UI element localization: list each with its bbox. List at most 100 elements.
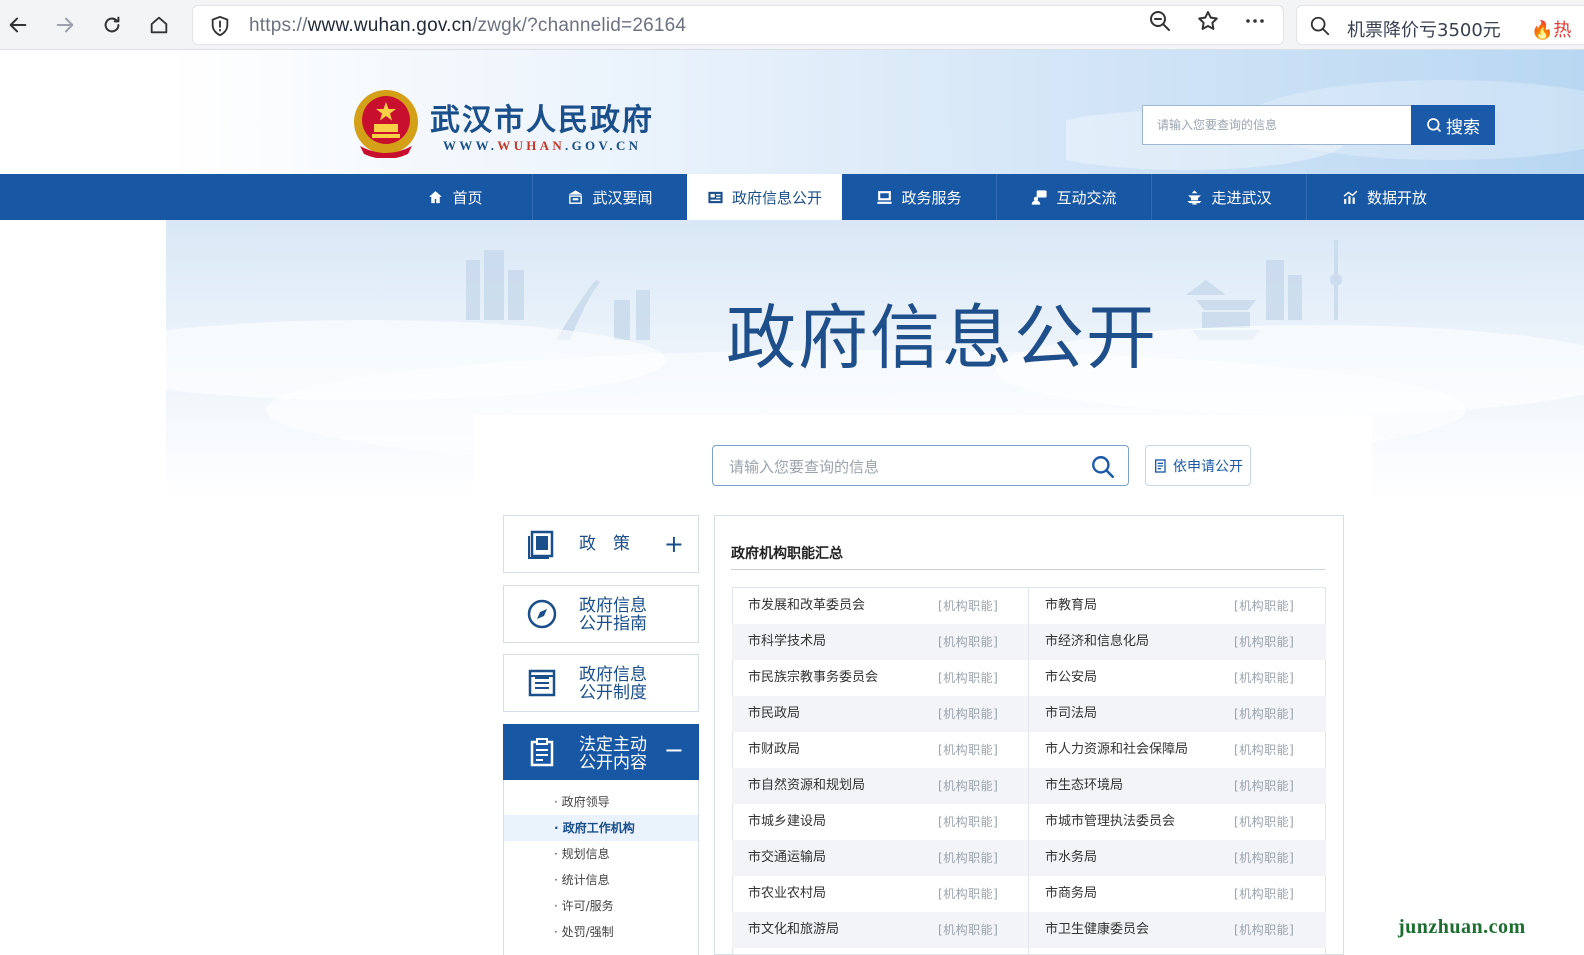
sidebar-sub-item-active[interactable]: · 政府工作机构 xyxy=(504,815,698,841)
nav-gov-services[interactable]: 政务服务 xyxy=(842,174,997,220)
agency-name-link[interactable]: 市自然资源和规划局 xyxy=(748,768,865,804)
agency-function-link[interactable]: [机构职能] xyxy=(938,768,998,804)
agency-function-link[interactable]: [机构职能] xyxy=(1234,696,1294,732)
column-divider xyxy=(1028,587,1029,955)
agency-name-link[interactable]: 市商务局 xyxy=(1045,876,1097,912)
nav-label: 政府信息公开 xyxy=(731,188,822,207)
sidebar-item-label: 政 策 xyxy=(579,534,630,554)
book-icon xyxy=(528,530,554,559)
nav-interaction[interactable]: 互动交流 xyxy=(997,174,1152,220)
agency-function-link[interactable]: [机构职能] xyxy=(938,804,998,840)
search-icon[interactable] xyxy=(1090,454,1116,480)
agency-function-link[interactable]: [机构职能] xyxy=(938,912,998,948)
flame-icon: 🔥 xyxy=(1531,20,1554,41)
home-button[interactable] xyxy=(143,9,175,41)
info-search-input[interactable]: 请输入您要查询的信息 xyxy=(712,445,1129,486)
more-icon[interactable] xyxy=(1243,9,1267,33)
list-icon xyxy=(528,669,556,697)
nav-label: 政务服务 xyxy=(901,188,962,207)
sidebar-sub-item[interactable]: · 规划信息 xyxy=(504,841,698,867)
nav-about-wuhan[interactable]: 走进武汉 xyxy=(1152,174,1307,220)
agency-function-link[interactable]: [机构职能] xyxy=(1234,840,1294,876)
forward-button[interactable] xyxy=(49,9,81,41)
arrow-left-icon xyxy=(9,17,27,33)
agency-function-link[interactable]: [机构职能] xyxy=(1234,588,1294,624)
site-search-button[interactable]: 搜索 xyxy=(1411,105,1495,145)
sidebar-sub-item[interactable]: · 统计信息 xyxy=(504,867,698,893)
banner-title: 政府信息公开 xyxy=(726,297,1158,379)
agency-name-link[interactable]: 市财政局 xyxy=(748,732,800,768)
chat-icon xyxy=(1032,189,1048,205)
agency-function-link[interactable]: [机构职能] xyxy=(1234,732,1294,768)
sidebar-sub-item[interactable]: · 许可/服务 xyxy=(504,893,698,919)
agency-name-link[interactable]: 市发展和改革委员会 xyxy=(748,588,865,624)
agency-name-link[interactable]: 市民族宗教事务委员会 xyxy=(748,660,878,696)
browser-search-box[interactable]: 机票降价亏3500元 🔥热 xyxy=(1296,5,1584,45)
agency-function-link[interactable]: [机构职能] xyxy=(1234,624,1294,660)
agency-name-link[interactable]: 市生态环境局 xyxy=(1045,768,1123,804)
hot-label: 🔥热 xyxy=(1531,20,1572,41)
agency-name-link[interactable]: 市城市管理执法委员会 xyxy=(1045,804,1175,840)
agency-function-link[interactable]: [机构职能] xyxy=(1234,768,1294,804)
address-bar[interactable]: https://www.wuhan.gov.cn/zwgk/?channelid… xyxy=(192,5,1284,45)
minus-icon[interactable]: − xyxy=(664,736,684,764)
agency-name-link[interactable]: 市司法局 xyxy=(1045,696,1097,732)
agency-name-link[interactable]: 市教育局 xyxy=(1045,588,1097,624)
nav-label: 走进武汉 xyxy=(1211,188,1272,207)
url-text: https://www.wuhan.gov.cn/zwgk/?channelid… xyxy=(249,15,687,36)
sidebar-sublist: · 政府领导 · 政府工作机构 · 规划信息 · 统计信息 · 许可/服务 · … xyxy=(503,780,699,955)
apply-disclosure-label: 依申请公开 xyxy=(1173,458,1243,475)
clipboard-icon xyxy=(530,738,554,767)
reload-button[interactable] xyxy=(96,9,128,41)
agency-function-link[interactable]: [机构职能] xyxy=(1234,804,1294,840)
agency-function-link[interactable]: [机构职能] xyxy=(938,696,998,732)
sidebar-item-guide[interactable]: 政府信息 公开指南 xyxy=(503,585,699,643)
agency-name-link[interactable]: 市文化和旅游局 xyxy=(748,912,839,948)
agency-name-link[interactable]: 市水务局 xyxy=(1045,840,1097,876)
agency-function-link[interactable]: [机构职能] xyxy=(1234,876,1294,912)
sidebar-sub-item[interactable]: · 处罚/强制 xyxy=(504,919,698,945)
sidebar-item-system[interactable]: 政府信息 公开制度 xyxy=(503,654,699,712)
nav-label: 互动交流 xyxy=(1056,188,1117,207)
agency-function-link[interactable]: [机构职能] xyxy=(938,876,998,912)
agency-name-link[interactable]: 市人力资源和社会保障局 xyxy=(1045,732,1188,768)
nav-label: 首页 xyxy=(452,188,483,207)
zoom-out-icon[interactable] xyxy=(1148,9,1172,33)
nav-wuhan-news[interactable]: 武汉要闻 xyxy=(533,174,688,220)
agency-name-link[interactable]: 市科学技术局 xyxy=(748,624,826,660)
sidebar-item-label: 法定主动 公开内容 xyxy=(579,735,647,773)
agency-function-link[interactable]: [机构职能] xyxy=(938,588,998,624)
agency-name-link[interactable]: 市卫生健康委员会 xyxy=(1045,912,1149,948)
sidebar-item-statutory[interactable]: 法定主动 公开内容 − xyxy=(503,724,699,780)
back-button[interactable] xyxy=(2,9,34,41)
agency-name-link[interactable]: 市农业农村局 xyxy=(748,876,826,912)
watermark: junzhuan.com xyxy=(1398,916,1526,938)
agency-function-link[interactable]: [机构职能] xyxy=(938,624,998,660)
nav-gov-info[interactable]: 政府信息公开 xyxy=(687,174,842,220)
agency-name-link[interactable]: 市城乡建设局 xyxy=(748,804,826,840)
star-icon[interactable] xyxy=(1196,9,1220,33)
site-title[interactable]: 武汉市人民政府 xyxy=(430,95,654,139)
agency-name-link[interactable]: 市经济和信息化局 xyxy=(1045,624,1149,660)
nav-open-data[interactable]: 数据开放 xyxy=(1307,174,1462,220)
info-search-placeholder: 请输入您要查询的信息 xyxy=(729,458,880,476)
nav-label: 武汉要闻 xyxy=(592,188,653,207)
nav-home[interactable]: 首页 xyxy=(378,174,533,220)
sidebar-sub-item[interactable]: · 政府领导 xyxy=(504,789,698,815)
apply-disclosure-button[interactable]: 依申请公开 xyxy=(1145,445,1251,486)
site-search-button-label: 搜索 xyxy=(1446,117,1480,138)
agency-function-link[interactable]: [机构职能] xyxy=(938,660,998,696)
agency-function-link[interactable]: [机构职能] xyxy=(1234,912,1294,948)
chart-icon xyxy=(1343,190,1358,204)
sidebar-item-label: 政府信息 公开制度 xyxy=(579,665,647,703)
agency-function-link[interactable]: [机构职能] xyxy=(938,732,998,768)
site-url: WWW.WUHAN.GOV.CN xyxy=(443,138,642,153)
agency-name-link[interactable]: 市民政局 xyxy=(748,696,800,732)
sidebar-item-policy[interactable]: 政 策 + xyxy=(503,515,699,573)
agency-name-link[interactable]: 市公安局 xyxy=(1045,660,1097,696)
agency-function-link[interactable]: [机构职能] xyxy=(938,840,998,876)
agency-function-link[interactable]: [机构职能] xyxy=(1234,660,1294,696)
plus-icon[interactable]: + xyxy=(664,530,684,558)
site-search-input[interactable]: 请输入您要查询的信息 xyxy=(1142,105,1412,145)
agency-name-link[interactable]: 市交通运输局 xyxy=(748,840,826,876)
